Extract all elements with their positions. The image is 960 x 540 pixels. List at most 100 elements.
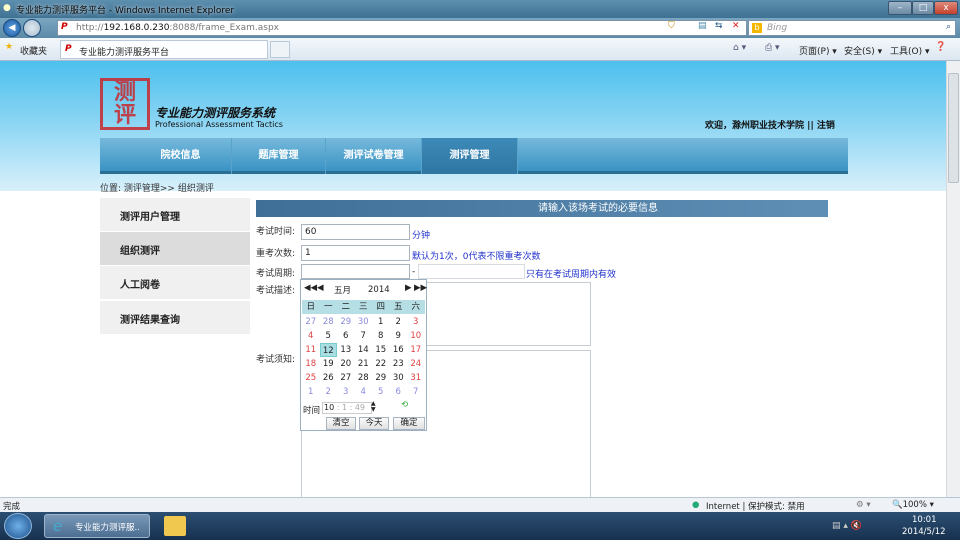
nav-tab-question-bank[interactable]: 题库管理 bbox=[232, 138, 326, 174]
print-icon[interactable]: ⎙ ▾ bbox=[765, 43, 780, 53]
calendar-year[interactable]: 2014 bbox=[368, 285, 390, 295]
calendar-day[interactable]: 2 bbox=[320, 385, 338, 399]
stop-icon[interactable]: ✕ bbox=[732, 21, 740, 31]
favorites-button[interactable]: 收藏夹 bbox=[20, 44, 47, 57]
prev-year-button[interactable]: ◀◀ bbox=[304, 283, 317, 293]
new-tab-button[interactable] bbox=[270, 41, 290, 58]
calendar-day[interactable]: 18 bbox=[302, 357, 320, 371]
search-input[interactable]: Bing b ⌕ bbox=[748, 20, 956, 36]
calendar-day[interactable]: 22 bbox=[372, 357, 390, 371]
zoom-level[interactable]: 🔍100% ▾ bbox=[892, 500, 934, 510]
maximize-button[interactable]: □ bbox=[912, 1, 934, 15]
calendar-day[interactable]: 13 bbox=[337, 343, 355, 357]
explorer-folder-icon[interactable] bbox=[164, 516, 186, 536]
calendar-day[interactable]: 9 bbox=[390, 329, 408, 343]
calendar-day[interactable]: 26 bbox=[320, 371, 338, 385]
scrollbar-thumb[interactable] bbox=[948, 73, 959, 183]
forward-button[interactable] bbox=[23, 19, 41, 37]
page-menu[interactable]: 页面(P) ▾ bbox=[799, 44, 837, 57]
calendar-day[interactable]: 20 bbox=[337, 357, 355, 371]
calendar-day[interactable]: 8 bbox=[372, 329, 390, 343]
calendar-day[interactable]: 29 bbox=[337, 315, 355, 329]
browser-tab[interactable]: 专业能力测评服务平台 P bbox=[60, 40, 268, 59]
nav-tab-school-info[interactable]: 院校信息 bbox=[130, 138, 232, 174]
calendar-day[interactable]: 5 bbox=[320, 329, 338, 343]
tools-menu[interactable]: 工具(O) ▾ bbox=[890, 44, 930, 57]
calendar-day[interactable]: 7 bbox=[407, 385, 425, 399]
next-year-button[interactable]: ▶▶ bbox=[414, 283, 427, 293]
calendar-day[interactable]: 29 bbox=[372, 371, 390, 385]
minute-field[interactable]: 1 bbox=[342, 403, 347, 412]
refresh-icon[interactable]: ⇆ bbox=[715, 21, 723, 31]
logout-link[interactable]: 注销 bbox=[817, 121, 835, 131]
sidebar-item-organize-assessment[interactable]: 组织测评 bbox=[100, 232, 250, 266]
security-zone[interactable]: Internet | 保护模式: 禁用 bbox=[706, 500, 805, 512]
calendar-day[interactable]: 3 bbox=[337, 385, 355, 399]
hour-field[interactable]: 10 bbox=[324, 403, 334, 412]
sidebar-item-result-query[interactable]: 测评结果查询 bbox=[100, 301, 250, 335]
calendar-day[interactable]: 30 bbox=[355, 315, 373, 329]
calendar-day[interactable]: 2 bbox=[390, 315, 408, 329]
sidebar-item-user-management[interactable]: 测评用户管理 bbox=[100, 198, 250, 232]
tray-icons[interactable]: ▤ ▴ 🔇 bbox=[832, 521, 862, 531]
calendar-day[interactable]: 21 bbox=[355, 357, 373, 371]
clear-button[interactable]: 清空 bbox=[326, 417, 356, 430]
safety-menu[interactable]: 安全(S) ▾ bbox=[844, 44, 882, 57]
nav-tab-paper-management[interactable]: 测评试卷管理 bbox=[326, 138, 422, 174]
calendar-day[interactable]: 6 bbox=[390, 385, 408, 399]
prev-month-button[interactable]: ◀ bbox=[317, 283, 324, 293]
calendar-day[interactable]: 31 bbox=[407, 371, 425, 385]
minimize-button[interactable]: – bbox=[888, 1, 912, 15]
calendar-day[interactable]: 14 bbox=[355, 343, 373, 357]
start-button[interactable] bbox=[4, 513, 32, 539]
calendar-day[interactable]: 10 bbox=[407, 329, 425, 343]
ok-button[interactable]: 确定 bbox=[393, 417, 425, 430]
clock-time[interactable]: 10:01 bbox=[912, 515, 937, 525]
vertical-scrollbar[interactable] bbox=[946, 61, 960, 497]
popup-icon[interactable]: ⚙ ▾ bbox=[856, 500, 871, 510]
home-icon[interactable]: ⌂ ▾ bbox=[733, 43, 746, 53]
close-button[interactable]: x bbox=[934, 1, 958, 15]
calendar-day[interactable]: 1 bbox=[372, 315, 390, 329]
compat-view-icon[interactable]: ▤ bbox=[698, 21, 707, 31]
calendar-day[interactable]: 24 bbox=[407, 357, 425, 371]
calendar-day[interactable]: 27 bbox=[337, 371, 355, 385]
calendar-day[interactable]: 4 bbox=[302, 329, 320, 343]
calendar-day[interactable]: 16 bbox=[390, 343, 408, 357]
calendar-month[interactable]: 五月 bbox=[334, 284, 351, 296]
nav-tab-assessment-management[interactable]: 测评管理 bbox=[422, 138, 518, 174]
calendar-day[interactable]: 4 bbox=[355, 385, 373, 399]
calendar-day[interactable]: 6 bbox=[337, 329, 355, 343]
sidebar-item-manual-grading[interactable]: 人工阅卷 bbox=[100, 266, 250, 300]
taskbar-ie-button[interactable]: 专业能力测评服.. e bbox=[44, 514, 150, 538]
next-month-button[interactable]: ▶ bbox=[405, 283, 412, 293]
clock-date[interactable]: 2014/5/12 bbox=[902, 527, 946, 537]
calendar-day[interactable]: 25 bbox=[302, 371, 320, 385]
calendar-day[interactable]: 30 bbox=[390, 371, 408, 385]
calendar-day[interactable]: 17 bbox=[407, 343, 425, 357]
url-input[interactable]: http://192.168.0.230:8088/frame_Exam.asp… bbox=[57, 20, 747, 36]
calendar-day[interactable]: 28 bbox=[320, 315, 338, 329]
period-start-input[interactable] bbox=[301, 264, 410, 279]
calendar-day[interactable]: 19 bbox=[320, 357, 338, 371]
calendar-day[interactable]: 12 bbox=[319, 343, 337, 357]
calendar-day[interactable]: 7 bbox=[355, 329, 373, 343]
calendar-day[interactable]: 23 bbox=[390, 357, 408, 371]
back-button[interactable]: ◀ bbox=[3, 19, 21, 37]
reset-time-icon[interactable]: ⟲ bbox=[401, 400, 408, 410]
calendar-day[interactable]: 15 bbox=[372, 343, 390, 357]
retake-input[interactable]: 1 bbox=[301, 245, 410, 261]
help-icon[interactable]: ❓ bbox=[935, 42, 946, 52]
search-icon[interactable]: ⌕ bbox=[946, 22, 951, 32]
calendar-day[interactable]: 3 bbox=[407, 315, 425, 329]
today-button[interactable]: 今天 bbox=[359, 417, 389, 430]
calendar-day[interactable]: 28 bbox=[355, 371, 373, 385]
time-spinner[interactable]: ▲ ▼ bbox=[371, 401, 376, 413]
second-field[interactable]: 49 bbox=[355, 403, 365, 412]
compat-shield-icon[interactable]: ⛉ bbox=[668, 21, 675, 31]
duration-input[interactable]: 60 bbox=[301, 224, 410, 240]
time-input[interactable]: 10 : 1 : 49 bbox=[322, 402, 372, 414]
calendar-day[interactable]: 5 bbox=[372, 385, 390, 399]
calendar-day[interactable]: 1 bbox=[302, 385, 320, 399]
calendar-day[interactable]: 11 bbox=[302, 343, 320, 357]
